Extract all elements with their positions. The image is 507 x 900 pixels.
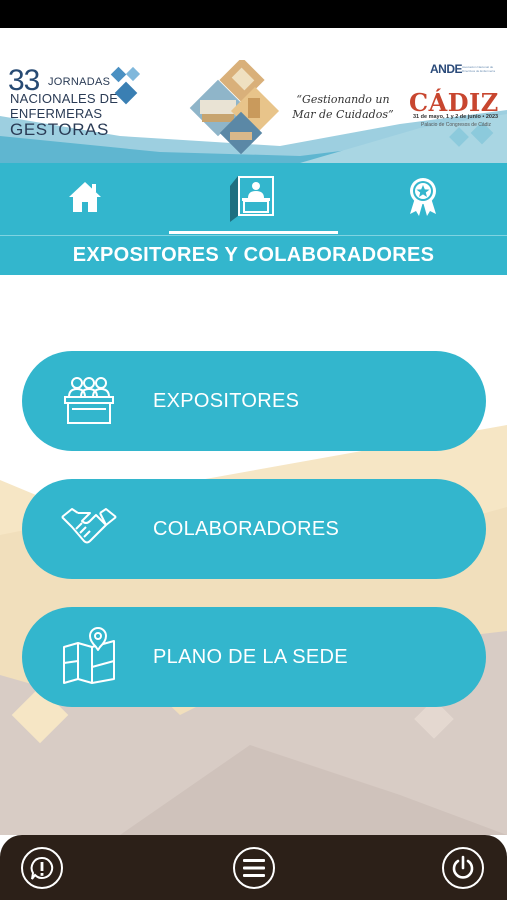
exhibitor-stand-icon	[229, 176, 274, 222]
ande-logo: ANDE	[430, 62, 463, 76]
map-pin-icon	[63, 627, 115, 684]
section-title: EXPOSITORES Y COLABORADORES	[72, 244, 435, 266]
logo-line-2: NACIONALES DE	[10, 91, 119, 106]
logo-line-3: ENFERMERAS	[10, 106, 103, 121]
nav-awards[interactable]	[338, 163, 507, 231]
venue-map-button[interactable]: PLANO DE LA SEDE	[22, 607, 486, 707]
power-icon	[452, 855, 474, 879]
exhibitors-button[interactable]: EXPOSITORES	[22, 351, 486, 451]
bottom-bar	[0, 835, 507, 900]
info-exclamation-icon	[30, 856, 54, 880]
handshake-icon	[61, 508, 117, 544]
ande-subtitle: Asociación Nacional de Directivos de Enf…	[462, 65, 496, 73]
header-banner: 33 JORNADAS NACIONALES DE ENFERMERAS GES…	[0, 28, 507, 163]
logo-line-1: JORNADAS	[48, 76, 111, 88]
event-dates: 31 de mayo, 1 y 2 de junio • 2023	[413, 114, 499, 120]
house-icon	[68, 182, 101, 212]
section-header: EXPOSITORES Y COLABORADORES	[0, 235, 507, 275]
city-name: CÁDIZ	[409, 88, 499, 117]
award-badge-icon	[409, 178, 436, 216]
collaborators-button[interactable]: COLABORADORES	[22, 479, 486, 579]
power-button[interactable]	[442, 847, 484, 889]
exhibitors-label: EXPOSITORES	[153, 389, 300, 412]
city-photo-collage	[189, 60, 280, 155]
top-nav-bar	[0, 163, 507, 235]
nav-home[interactable]	[0, 163, 169, 231]
exhibitors-icon	[64, 377, 114, 424]
nav-exhibitors[interactable]	[169, 163, 338, 234]
menu-button[interactable]	[233, 847, 275, 889]
event-venue: Palacio de Congresos de Cádiz	[421, 122, 492, 128]
collaborators-label: COLABORADORES	[153, 517, 340, 540]
status-bar	[0, 0, 507, 28]
menu-lines-icon	[243, 859, 265, 877]
logo-line-4: GESTORAS	[10, 120, 109, 139]
logo-diamonds-icon	[110, 66, 141, 105]
main-content: EXPOSITORES COLABORADORES PLANO DE LA SE…	[0, 275, 507, 835]
event-tagline: “Gestionando un Mar de Cuidados”	[292, 93, 394, 121]
info-button[interactable]	[21, 847, 63, 889]
venue-map-label: PLANO DE LA SEDE	[153, 645, 348, 668]
